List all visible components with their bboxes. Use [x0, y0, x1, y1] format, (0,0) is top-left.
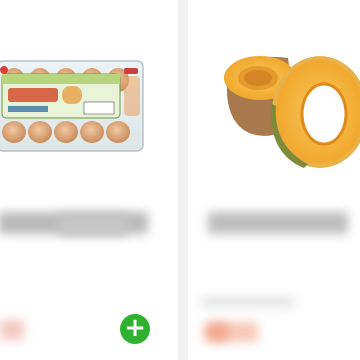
- plus-icon: +: [124, 313, 146, 343]
- product-image[interactable]: [0, 0, 178, 180]
- product-grid: +: [0, 0, 360, 360]
- add-to-cart-button[interactable]: +: [120, 314, 150, 344]
- product-title-extra: [58, 214, 128, 236]
- product-subtitle: [202, 296, 294, 308]
- product-image[interactable]: [188, 0, 360, 180]
- egg-carton-image: [0, 60, 144, 152]
- price-symbol: [208, 324, 228, 340]
- product-title: [208, 212, 348, 234]
- product-card[interactable]: [188, 0, 360, 360]
- pumpkin-image: [224, 56, 360, 168]
- product-card[interactable]: +: [0, 0, 178, 360]
- product-price: [0, 320, 24, 340]
